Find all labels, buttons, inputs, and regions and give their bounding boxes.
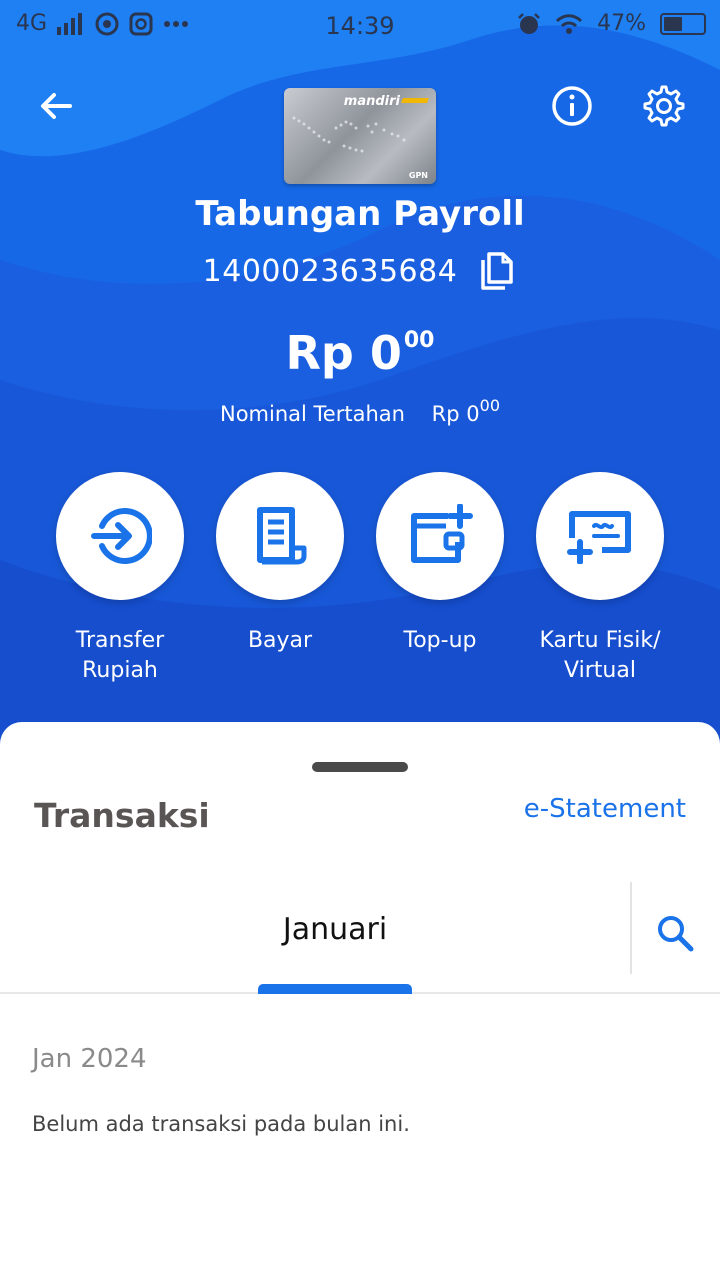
bayar-button[interactable]: Bayar: [200, 472, 360, 656]
transfer-icon: [91, 508, 152, 564]
topup-button[interactable]: Top-up: [360, 472, 520, 656]
balance-amount: Rp 000: [0, 326, 720, 380]
balance-currency: Rp: [285, 326, 354, 380]
held-decimals: 00: [479, 396, 500, 415]
month-header: Jan 2024: [32, 1044, 147, 1074]
held-label: Nominal Tertahan: [220, 402, 405, 426]
action-label: Bayar: [247, 628, 313, 653]
kartu-fisik-virtual-button[interactable]: Kartu Fisik/Virtual: [520, 472, 680, 686]
gear-icon: [643, 85, 685, 127]
search-button[interactable]: [650, 908, 700, 958]
tab-active-indicator: [258, 984, 412, 994]
battery-percent: 47%: [597, 11, 646, 36]
copy-button[interactable]: [477, 248, 517, 294]
action-label: Rupiah: [82, 658, 158, 683]
balance-decimals: 00: [403, 328, 435, 353]
month-tabs: Januari: [0, 882, 720, 994]
e-statement-link[interactable]: e-Statement: [524, 794, 686, 824]
back-button[interactable]: [30, 80, 82, 132]
action-label: Virtual: [564, 658, 636, 683]
status-bar: 4G 14:39 47%: [0, 0, 720, 50]
sheet-drag-handle[interactable]: [312, 762, 408, 772]
battery-icon: [660, 12, 706, 35]
account-number: 1400023635684: [202, 253, 458, 289]
card-brand: mandiri: [343, 94, 400, 109]
held-value: 0: [466, 402, 480, 426]
empty-state-message: Belum ada transaksi pada bulan ini.: [32, 1112, 410, 1136]
account-name: Tabungan Payroll: [195, 194, 525, 234]
info-button[interactable]: [546, 80, 598, 132]
transfer-rupiah-button[interactable]: Transfer Rupiah: [40, 472, 200, 686]
card-add-icon: [567, 511, 631, 564]
divider: [630, 882, 632, 974]
action-label: Transfer: [75, 628, 165, 653]
balance-value: 0: [369, 326, 402, 380]
wallet-add-icon: [411, 504, 473, 563]
settings-button[interactable]: [638, 80, 690, 132]
action-label: Top-up: [403, 628, 477, 653]
held-currency: Rp: [431, 402, 460, 426]
search-icon: [658, 916, 694, 952]
bill-icon: [257, 507, 307, 565]
tab-month-januari[interactable]: Januari: [40, 912, 630, 947]
info-icon: [552, 86, 592, 126]
transactions-sheet: Transaksi e-Statement Januari Jan 2024 B…: [0, 722, 720, 1280]
copy-icon: [481, 252, 514, 290]
held-amount: Nominal Tertahan Rp 000: [0, 396, 720, 426]
card-brand-stripe: [401, 98, 429, 103]
action-label: Kartu Fisik/: [539, 628, 661, 653]
gpn-logo: GPN: [408, 171, 428, 180]
alarm-icon: [518, 12, 540, 34]
account-number-row: 1400023635684: [0, 248, 720, 294]
transactions-title: Transaksi: [34, 796, 210, 835]
card-image: mandiri GPN: [284, 88, 436, 184]
account-header: 4G 14:39 47% mandiri GPN Tabungan Payrol…: [0, 0, 720, 760]
wifi-icon: [556, 13, 583, 34]
arrow-left-icon: [41, 93, 72, 119]
